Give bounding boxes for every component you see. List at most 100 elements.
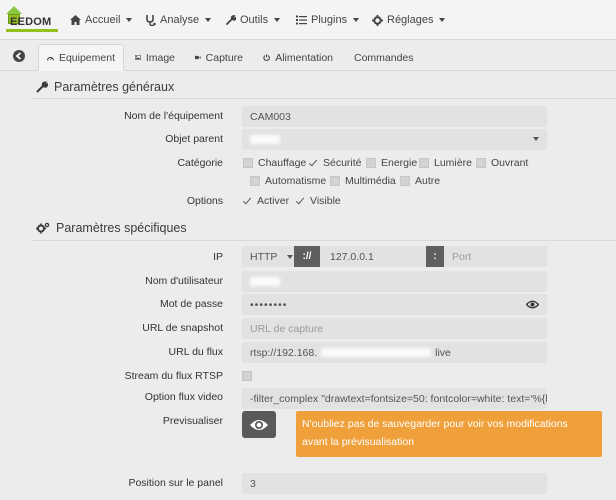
video-option-label: Option flux video xyxy=(144,391,223,403)
category-multimedia[interactable]: Multimédia xyxy=(330,175,396,187)
power-icon xyxy=(263,54,270,62)
stream-url-label: URL du flux xyxy=(168,346,223,358)
category-energie[interactable]: Energie xyxy=(366,157,417,169)
category-lumiere[interactable]: Lumière xyxy=(419,157,472,169)
password-input[interactable]: •••••••• xyxy=(242,294,547,315)
category-ouvrant-label: Ouvrant xyxy=(491,157,529,169)
home-icon xyxy=(70,15,81,25)
picture-icon xyxy=(135,55,141,60)
parent-label: Objet parent xyxy=(165,133,223,145)
protocol-separator: :// xyxy=(294,246,320,267)
category-energie-label: Energie xyxy=(381,157,418,169)
nav-plugins[interactable]: Plugins xyxy=(296,12,360,28)
arrow-circle-left-icon xyxy=(13,50,25,62)
category-securite[interactable]: Sécurité xyxy=(308,157,362,169)
protocol-value: HTTP xyxy=(250,250,278,263)
preview-label: Previsualiser xyxy=(162,415,223,427)
panel-position-input[interactable]: 3 xyxy=(242,473,547,494)
category-label: Catégorie xyxy=(177,157,223,169)
divider xyxy=(32,98,616,99)
redacted-value xyxy=(250,277,280,286)
specific-section-title: Paramètres spécifiques xyxy=(36,221,187,235)
tab-alimentation[interactable]: Alimentation xyxy=(254,44,342,71)
category-chauffage-label: Chauffage xyxy=(258,157,307,169)
name-label: Nom de l'équipement xyxy=(124,110,223,122)
cogs-icon xyxy=(36,222,50,234)
category-chauffage[interactable]: Chauffage xyxy=(243,157,306,169)
password-label: Mot de passe xyxy=(159,298,223,310)
nav-outils[interactable]: Outils xyxy=(226,12,281,28)
protocol-select[interactable]: HTTP xyxy=(242,246,294,267)
options-label: Options xyxy=(186,195,223,207)
ip-label: IP xyxy=(213,251,223,263)
option-activer[interactable]: Activer xyxy=(242,195,289,207)
category-multimedia-label: Multimédia xyxy=(345,175,396,187)
nav-accueil-label: Accueil xyxy=(85,14,121,26)
stream-url-suffix: live xyxy=(435,346,451,359)
tab-image[interactable]: Image xyxy=(126,44,184,71)
category-securite-label: Sécurité xyxy=(323,157,362,169)
stethoscope-icon xyxy=(146,14,156,26)
category-automatisme-label: Automatisme xyxy=(265,175,327,187)
parent-object-select[interactable] xyxy=(242,129,547,150)
nav-outils-label: Outils xyxy=(240,14,269,26)
cogs-icon xyxy=(372,14,383,26)
tab-equipement[interactable]: Equipement xyxy=(38,44,124,71)
option-visible-label: Visible xyxy=(310,195,341,207)
snapshot-label: URL de snapshot xyxy=(142,322,223,334)
nav-analyse[interactable]: Analyse xyxy=(146,12,212,28)
tab-image-label: Image xyxy=(145,51,175,64)
jeedom-logo[interactable]: EEDOM xyxy=(6,6,58,34)
tab-capture[interactable]: Capture xyxy=(186,44,252,71)
eye-icon[interactable] xyxy=(526,300,539,309)
ip-input[interactable]: 127.0.0.1 xyxy=(320,246,426,267)
preview-button[interactable] xyxy=(242,411,276,438)
tab-equipement-label: Equipement xyxy=(58,51,115,64)
general-title-text: Paramètres généraux xyxy=(54,80,175,94)
video-icon xyxy=(195,55,201,60)
equipment-name-input[interactable]: CAM003 xyxy=(242,106,547,127)
tab-commandes-label: Commandes xyxy=(354,51,414,64)
tachometer-icon xyxy=(47,56,54,60)
stream-url-input[interactable]: rtsp://192.168. live xyxy=(242,342,547,363)
username-input[interactable] xyxy=(242,271,547,292)
specific-title-text: Paramètres spécifiques xyxy=(56,221,187,235)
nav-reglages[interactable]: Réglages xyxy=(372,12,446,28)
video-option-input[interactable]: -filter_complex "drawtext=fontsize=50: f… xyxy=(242,388,547,409)
nav-reglages-label: Réglages xyxy=(387,14,434,26)
tab-commandes[interactable]: Commandes xyxy=(340,44,420,71)
panel-position-label: Position sur le panel xyxy=(128,477,223,489)
snapshot-url-input[interactable]: URL de capture xyxy=(242,318,547,339)
tab-capture-label: Capture xyxy=(205,51,243,64)
nav-accueil[interactable]: Accueil xyxy=(70,12,133,28)
rtsp-label: Stream du flux RTSP xyxy=(124,370,223,382)
username-label: Nom d'utilisateur xyxy=(145,275,223,287)
category-lumiere-label: Lumière xyxy=(434,157,472,169)
save-warning-alert: N'oubliez pas de sauvegarder pour voir v… xyxy=(296,411,602,457)
redacted-value xyxy=(250,135,280,144)
general-section-title: Paramètres généraux xyxy=(36,80,174,94)
chevron-down-icon xyxy=(287,254,294,259)
back-button[interactable] xyxy=(9,46,29,66)
logo-text: EEDOM xyxy=(10,16,52,28)
wrench-icon xyxy=(36,81,48,93)
port-separator: : xyxy=(426,246,444,267)
wrench-icon xyxy=(226,15,236,25)
divider xyxy=(32,240,616,241)
category-ouvrant[interactable]: Ouvrant xyxy=(476,157,528,169)
top-navbar: EEDOM Accueil Analyse Outils Plugins Rég… xyxy=(0,0,616,40)
chevron-down-icon xyxy=(533,137,539,141)
tab-alimentation-label: Alimentation xyxy=(275,51,333,64)
nav-plugins-label: Plugins xyxy=(311,14,348,26)
redacted-value xyxy=(321,348,432,357)
tasks-icon xyxy=(296,15,307,25)
password-value: •••••••• xyxy=(250,298,288,311)
equipment-tabs: Equipement Image Capture Alimentation Co… xyxy=(0,41,616,71)
category-autre-label: Autre xyxy=(415,175,441,187)
category-autre[interactable]: Autre xyxy=(400,175,440,187)
rtsp-stream-checkbox[interactable] xyxy=(242,371,252,381)
port-input[interactable]: Port xyxy=(444,246,547,267)
category-automatisme[interactable]: Automatisme xyxy=(250,175,326,187)
eye-icon xyxy=(250,419,268,430)
option-visible[interactable]: Visible xyxy=(295,195,341,207)
